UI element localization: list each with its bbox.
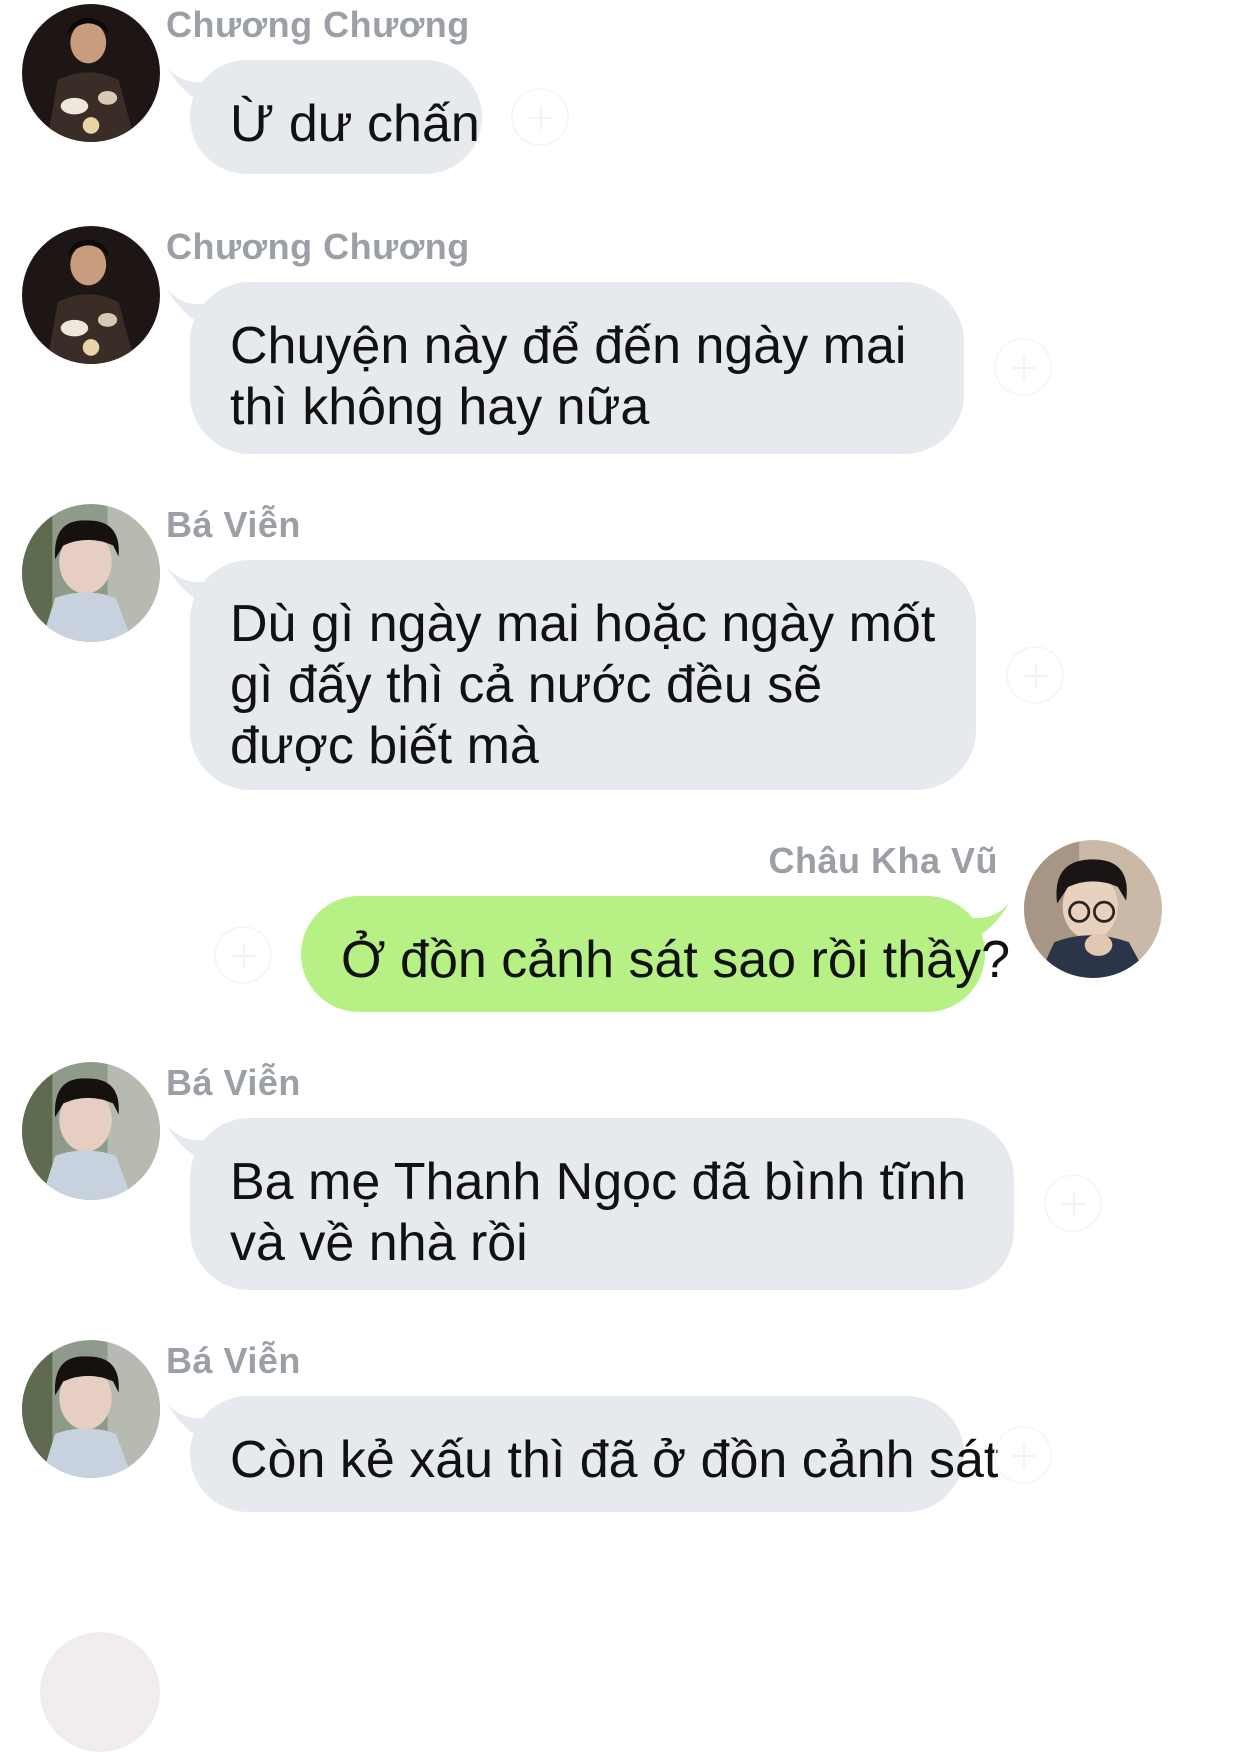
message-text: Chuyện này để đến ngày mai thì không hay… [230, 317, 907, 436]
message-text: Dù gì ngày mai hoặc ngày mốt gì đấy thì … [230, 595, 936, 775]
sender-name: Chương Chương [166, 226, 470, 267]
sender-name: Bá Viễn [166, 1062, 301, 1103]
avatar-ba-vien[interactable] [22, 504, 160, 642]
message-text: Còn kẻ xấu thì đã ở đồn cảnh sát [230, 1431, 999, 1489]
message-text: Ở đồn cảnh sát sao rồi thầy? [341, 931, 1010, 989]
bubble-tail [962, 902, 1010, 942]
message-bubble[interactable]: Ở đồn cảnh sát sao rồi thầy? [301, 896, 1010, 1012]
add-reaction-icon[interactable] [214, 926, 272, 984]
add-reaction-icon[interactable] [1006, 646, 1064, 704]
message-bubble[interactable]: Còn kẻ xấu thì đã ở đồn cảnh sát [190, 1396, 998, 1512]
sender-name: Chương Chương [166, 4, 470, 45]
avatar-ba-vien[interactable] [22, 1062, 160, 1200]
avatar-chau-kha-vu[interactable] [1024, 840, 1162, 978]
message-bubble[interactable]: Ba mẹ Thanh Ngọc đã bình tĩnh và về nhà … [190, 1118, 1014, 1290]
message-text: Ba mẹ Thanh Ngọc đã bình tĩnh và về nhà … [230, 1153, 967, 1272]
add-reaction-icon[interactable] [1044, 1174, 1102, 1232]
add-reaction-icon[interactable] [994, 338, 1052, 396]
avatar-chuong-chuong[interactable] [22, 4, 160, 142]
avatar-chuong-chuong[interactable] [22, 226, 160, 364]
add-reaction-icon[interactable] [994, 1426, 1052, 1484]
sender-name: Bá Viễn [166, 1340, 301, 1381]
message-text: Ừ dư chấn [230, 95, 480, 153]
message-bubble[interactable]: Dù gì ngày mai hoặc ngày mốt gì đấy thì … [190, 560, 976, 790]
add-reaction-icon[interactable] [511, 88, 569, 146]
message-bubble[interactable]: Chuyện này để đến ngày mai thì không hay… [190, 282, 964, 454]
avatar-partial [40, 1632, 160, 1752]
message-bubble[interactable]: Ừ dư chấn [190, 60, 482, 174]
avatar-ba-vien[interactable] [22, 1340, 160, 1478]
sender-name: Bá Viễn [166, 504, 301, 545]
sender-name: Châu Kha Vũ [768, 840, 998, 881]
